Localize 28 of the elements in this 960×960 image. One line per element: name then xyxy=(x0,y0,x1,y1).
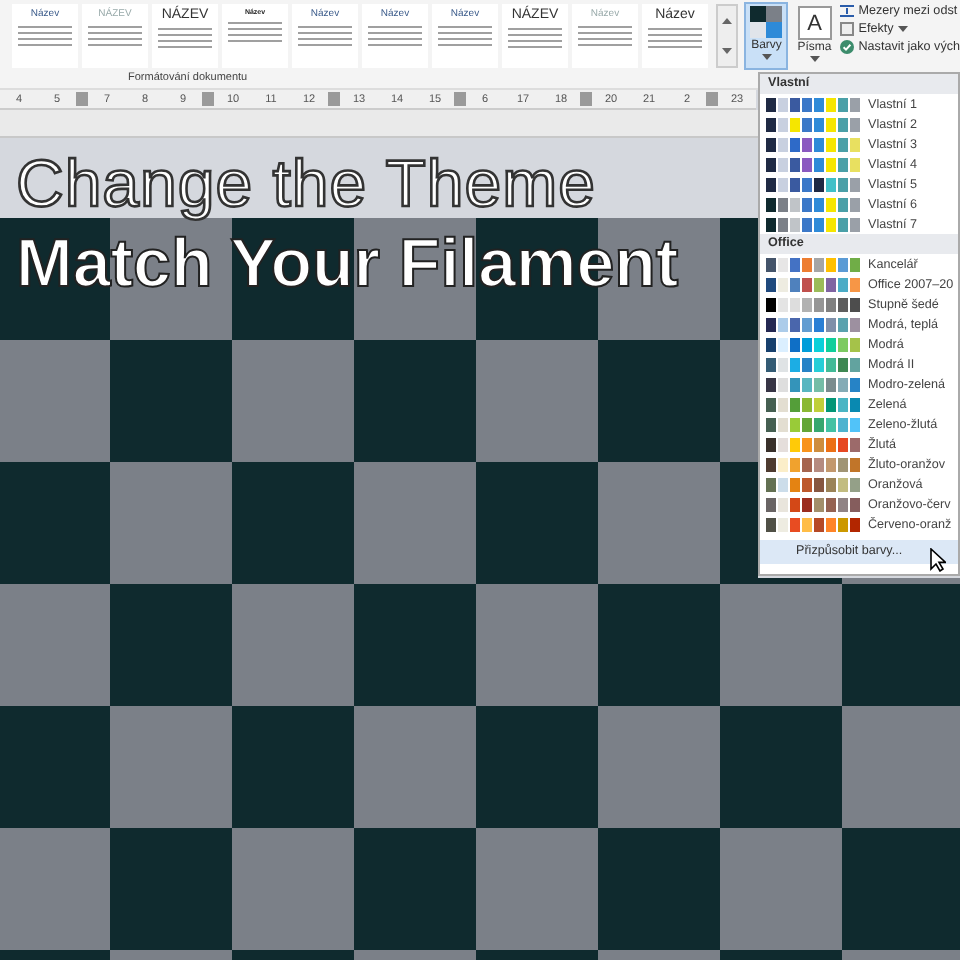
paragraph-spacing-icon xyxy=(840,4,855,18)
effects-icon xyxy=(840,22,855,36)
text-lines-drawing xyxy=(578,26,632,50)
text-lines-drawing xyxy=(438,26,492,50)
text-lines-drawing xyxy=(508,28,562,52)
ruler-marker[interactable] xyxy=(328,92,340,106)
ruler-marker[interactable] xyxy=(76,92,88,106)
caret-icon xyxy=(761,54,772,60)
check-circle-icon xyxy=(840,40,855,54)
text-lines-drawing xyxy=(368,26,422,50)
ruler-marker[interactable] xyxy=(454,92,466,106)
text-lines-drawing xyxy=(158,28,212,52)
headline: Change the Theme xyxy=(16,146,596,222)
ruler-marker[interactable] xyxy=(202,92,214,106)
text-lines-drawing xyxy=(88,26,142,50)
text-lines-drawing xyxy=(648,28,702,52)
gallery-scroll[interactable] xyxy=(716,4,739,68)
font-icon: A xyxy=(797,6,832,40)
text-lines-drawing xyxy=(298,26,352,50)
ruler-marker[interactable] xyxy=(706,92,718,106)
caret-icon xyxy=(897,26,908,32)
caret-icon xyxy=(722,18,733,24)
caret-icon xyxy=(722,48,733,54)
palette-icon xyxy=(750,6,783,38)
ruler-marker[interactable] xyxy=(580,92,592,106)
text-lines-drawing xyxy=(228,22,282,46)
caret-icon xyxy=(809,56,820,62)
text-lines-drawing xyxy=(18,26,72,50)
